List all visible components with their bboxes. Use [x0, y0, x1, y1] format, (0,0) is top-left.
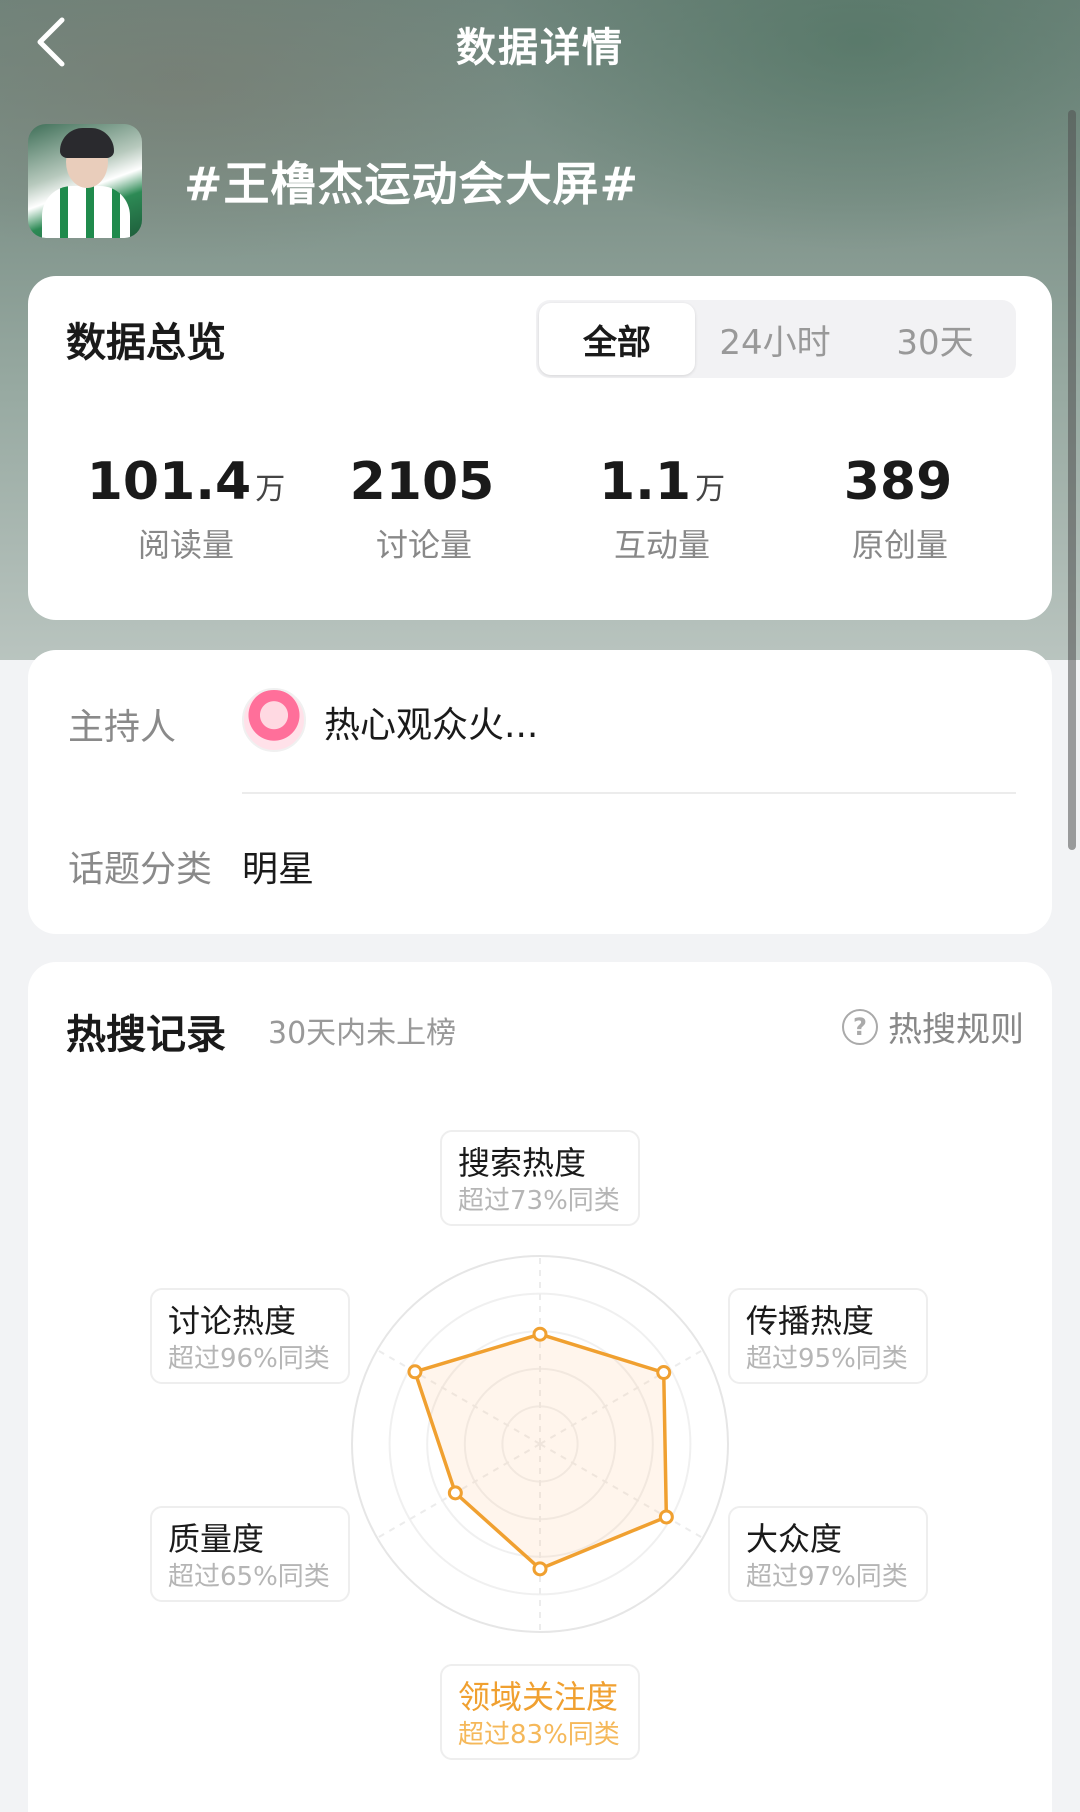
category-label: 话题分类: [68, 849, 213, 890]
stats-row: 101.4 万 阅读量 2105 讨论量 1.1 万 互动量 389 原创量: [28, 452, 1052, 572]
stat-value: 2105: [349, 452, 495, 512]
dimension-note: 超过83%同类: [458, 1720, 620, 1750]
host-row[interactable]: 主持人 热心观众火...: [28, 650, 1052, 794]
dimension-name: 传播热度: [746, 1302, 875, 1340]
scrollbar[interactable]: [1068, 110, 1076, 850]
stat-value: 101.4: [86, 452, 252, 512]
radar-area: [413, 1332, 669, 1571]
time-range-tabs: 全部 24小时 30天: [536, 300, 1016, 378]
radar-point: [656, 1365, 672, 1381]
stat-label: 讨论量: [375, 526, 472, 564]
tab-30d[interactable]: 30天: [855, 303, 1015, 375]
host-label: 主持人: [68, 707, 177, 748]
dimension-note: 超过73%同类: [458, 1186, 620, 1216]
dimension-badge: 传播热度 超过95%同类: [728, 1288, 928, 1384]
dimension-badge: 搜索热度 超过73%同类: [440, 1130, 640, 1226]
chevron-left-icon: [37, 17, 65, 67]
stat-discussions: 2105 讨论量: [304, 452, 544, 566]
topic-avatar: [28, 124, 142, 238]
tab-all[interactable]: 全部: [539, 303, 695, 375]
overview-title: 数据总览: [66, 320, 226, 366]
stat-unit: 万: [695, 472, 726, 507]
category-value: 明星: [242, 849, 315, 890]
stat-label: 原创量: [851, 526, 948, 564]
overview-card: 数据总览 全部 24小时 30天 101.4 万 阅读量 2105 讨论量 1.1…: [28, 276, 1052, 620]
radar-point: [532, 1561, 548, 1577]
dimension-name: 大众度: [746, 1520, 843, 1558]
host-avatar[interactable]: [242, 688, 306, 752]
radar-point: [658, 1509, 674, 1525]
topic-title: #王橹杰运动会大屏#: [184, 157, 640, 211]
hot-search-card: 热搜记录 30天内未上榜 ? 热搜规则 搜索热度 超过73%同类 传播热度 超过…: [28, 962, 1052, 1812]
dimension-badge-highlighted: 领域关注度 超过83%同类: [440, 1664, 640, 1760]
stat-originals: 389 原创量: [780, 452, 1020, 566]
divider: [242, 792, 1016, 794]
stat-label: 阅读量: [137, 526, 234, 564]
dimension-name: 领域关注度: [458, 1678, 619, 1716]
back-button[interactable]: [24, 14, 80, 70]
radar-point: [407, 1364, 423, 1380]
dimension-name: 搜索热度: [458, 1144, 587, 1182]
topic-info-card: 主持人 热心观众火... 话题分类 明星: [28, 650, 1052, 934]
dimension-name: 讨论热度: [168, 1302, 297, 1340]
host-name[interactable]: 热心观众火...: [324, 696, 538, 748]
dimension-badge: 质量度 超过65%同类: [150, 1506, 350, 1602]
dimension-badge: 讨论热度 超过96%同类: [150, 1288, 350, 1384]
dimension-badge: 大众度 超过97%同类: [728, 1506, 928, 1602]
stat-value: 1.1: [598, 452, 692, 512]
dimension-name: 质量度: [168, 1520, 265, 1558]
tab-24h[interactable]: 24小时: [695, 303, 855, 375]
radar-point: [447, 1485, 463, 1501]
dimension-note: 超过96%同类: [168, 1344, 330, 1374]
stat-reads: 101.4 万 阅读量: [66, 452, 306, 566]
stat-label: 互动量: [613, 526, 710, 564]
radar-point: [532, 1326, 548, 1342]
dimension-note: 超过97%同类: [746, 1562, 908, 1592]
dimension-note: 超过95%同类: [746, 1344, 908, 1374]
top-bar: 数据详情: [0, 0, 1080, 88]
stat-interactions: 1.1 万 互动量: [542, 452, 782, 566]
topic-header: #王橹杰运动会大屏#: [28, 124, 639, 238]
stat-value: 389: [843, 452, 953, 512]
page-title: 数据详情: [456, 25, 624, 71]
stat-unit: 万: [255, 472, 286, 507]
dimension-note: 超过65%同类: [168, 1562, 330, 1592]
